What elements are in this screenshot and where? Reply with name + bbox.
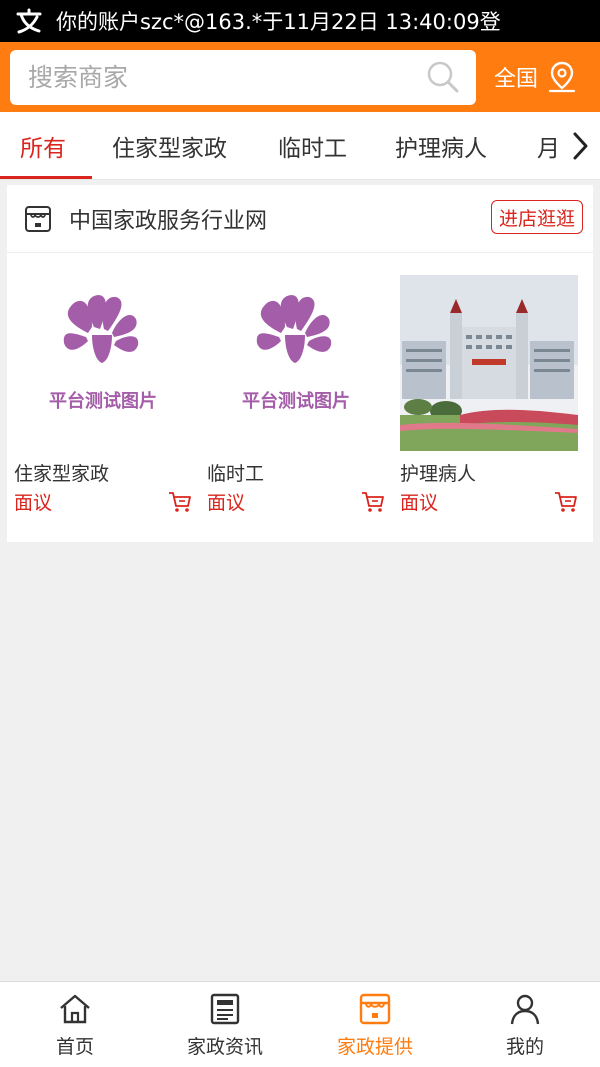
status-bar: 你的账户szc*@163.*于11月22日 13:40:09登 [0, 0, 600, 42]
product-image [400, 275, 578, 451]
product-image: 平台测试图片 [14, 275, 192, 451]
visit-shop-button[interactable]: 进店逛逛 [490, 200, 583, 234]
nav-news[interactable]: 家政资讯 [150, 982, 300, 1067]
product-card[interactable]: 平台测试图片 住家型家政 面议 [14, 275, 192, 515]
placeholder-logo-icon: 平台测试图片 [242, 295, 350, 412]
tab-temporary-worker[interactable]: 临时工 [278, 112, 347, 179]
region-label: 全国 [494, 67, 539, 92]
cart-icon[interactable] [361, 491, 385, 513]
nav-services-label: 家政提供 [336, 1036, 413, 1058]
search-icon[interactable] [426, 60, 460, 94]
status-notification: 你的账户szc*@163.*于11月22日 13:40:09登 [56, 10, 501, 34]
tab-all[interactable]: 所有 [0, 112, 92, 179]
tab-live-in-housekeeping[interactable]: 住家型家政 [112, 112, 227, 179]
product-image: 平台测试图片 [207, 275, 385, 451]
nav-news-label: 家政资讯 [186, 1036, 263, 1058]
shop-name: 中国家政服务行业网 [69, 208, 268, 234]
search-box[interactable] [10, 49, 476, 105]
placeholder-logo-icon: 平台测试图片 [49, 295, 157, 412]
tab-monthly[interactable]: 月 [537, 112, 560, 179]
nav-home[interactable]: 首页 [0, 982, 150, 1067]
product-price: 面议 [207, 492, 246, 514]
product-name: 护理病人 [400, 463, 477, 485]
hospital-photo [400, 275, 578, 451]
shop-icon [359, 993, 391, 1025]
category-tabs: 所有 住家型家政 临时工 护理病人 月 [0, 112, 600, 180]
home-icon [60, 994, 90, 1024]
nav-mine[interactable]: 我的 [450, 982, 600, 1067]
svg-text:平台测试图片: 平台测试图片 [242, 390, 350, 412]
store-icon [25, 205, 51, 232]
product-name: 住家型家政 [14, 463, 110, 485]
user-icon [510, 994, 540, 1025]
product-card[interactable]: 平台测试图片 临时工 面议 [207, 275, 385, 515]
product-name: 临时工 [207, 463, 265, 485]
cart-icon[interactable] [168, 491, 192, 513]
header-bar: 全国 [0, 42, 600, 112]
product-price: 面议 [14, 492, 53, 514]
nav-services[interactable]: 家政提供 [300, 982, 450, 1067]
tab-patient-care[interactable]: 护理病人 [395, 112, 487, 179]
shop-header[interactable]: 中国家政服务行业网 进店逛逛 [7, 185, 593, 253]
product-card[interactable]: 护理病人 面议 [400, 275, 578, 515]
bottom-nav: 首页 家政资讯 家政提供 我的 [0, 981, 600, 1067]
nav-mine-label: 我的 [505, 1036, 544, 1058]
product-price: 面议 [400, 492, 439, 514]
search-input[interactable] [28, 62, 408, 92]
region-selector[interactable]: 全国 [494, 60, 578, 94]
alipay-icon [14, 6, 44, 36]
shop-card: 中国家政服务行业网 进店逛逛 平台测试图片 住家型家政 面议 平台测试图片 临时… [7, 185, 593, 542]
tabs-scroll-right-button[interactable] [560, 112, 600, 179]
location-pin-icon [548, 61, 576, 93]
cart-icon[interactable] [554, 491, 578, 513]
svg-text:平台测试图片: 平台测试图片 [49, 390, 157, 412]
news-icon [210, 993, 240, 1025]
chevron-right-icon [573, 132, 588, 160]
nav-home-label: 首页 [55, 1036, 94, 1058]
